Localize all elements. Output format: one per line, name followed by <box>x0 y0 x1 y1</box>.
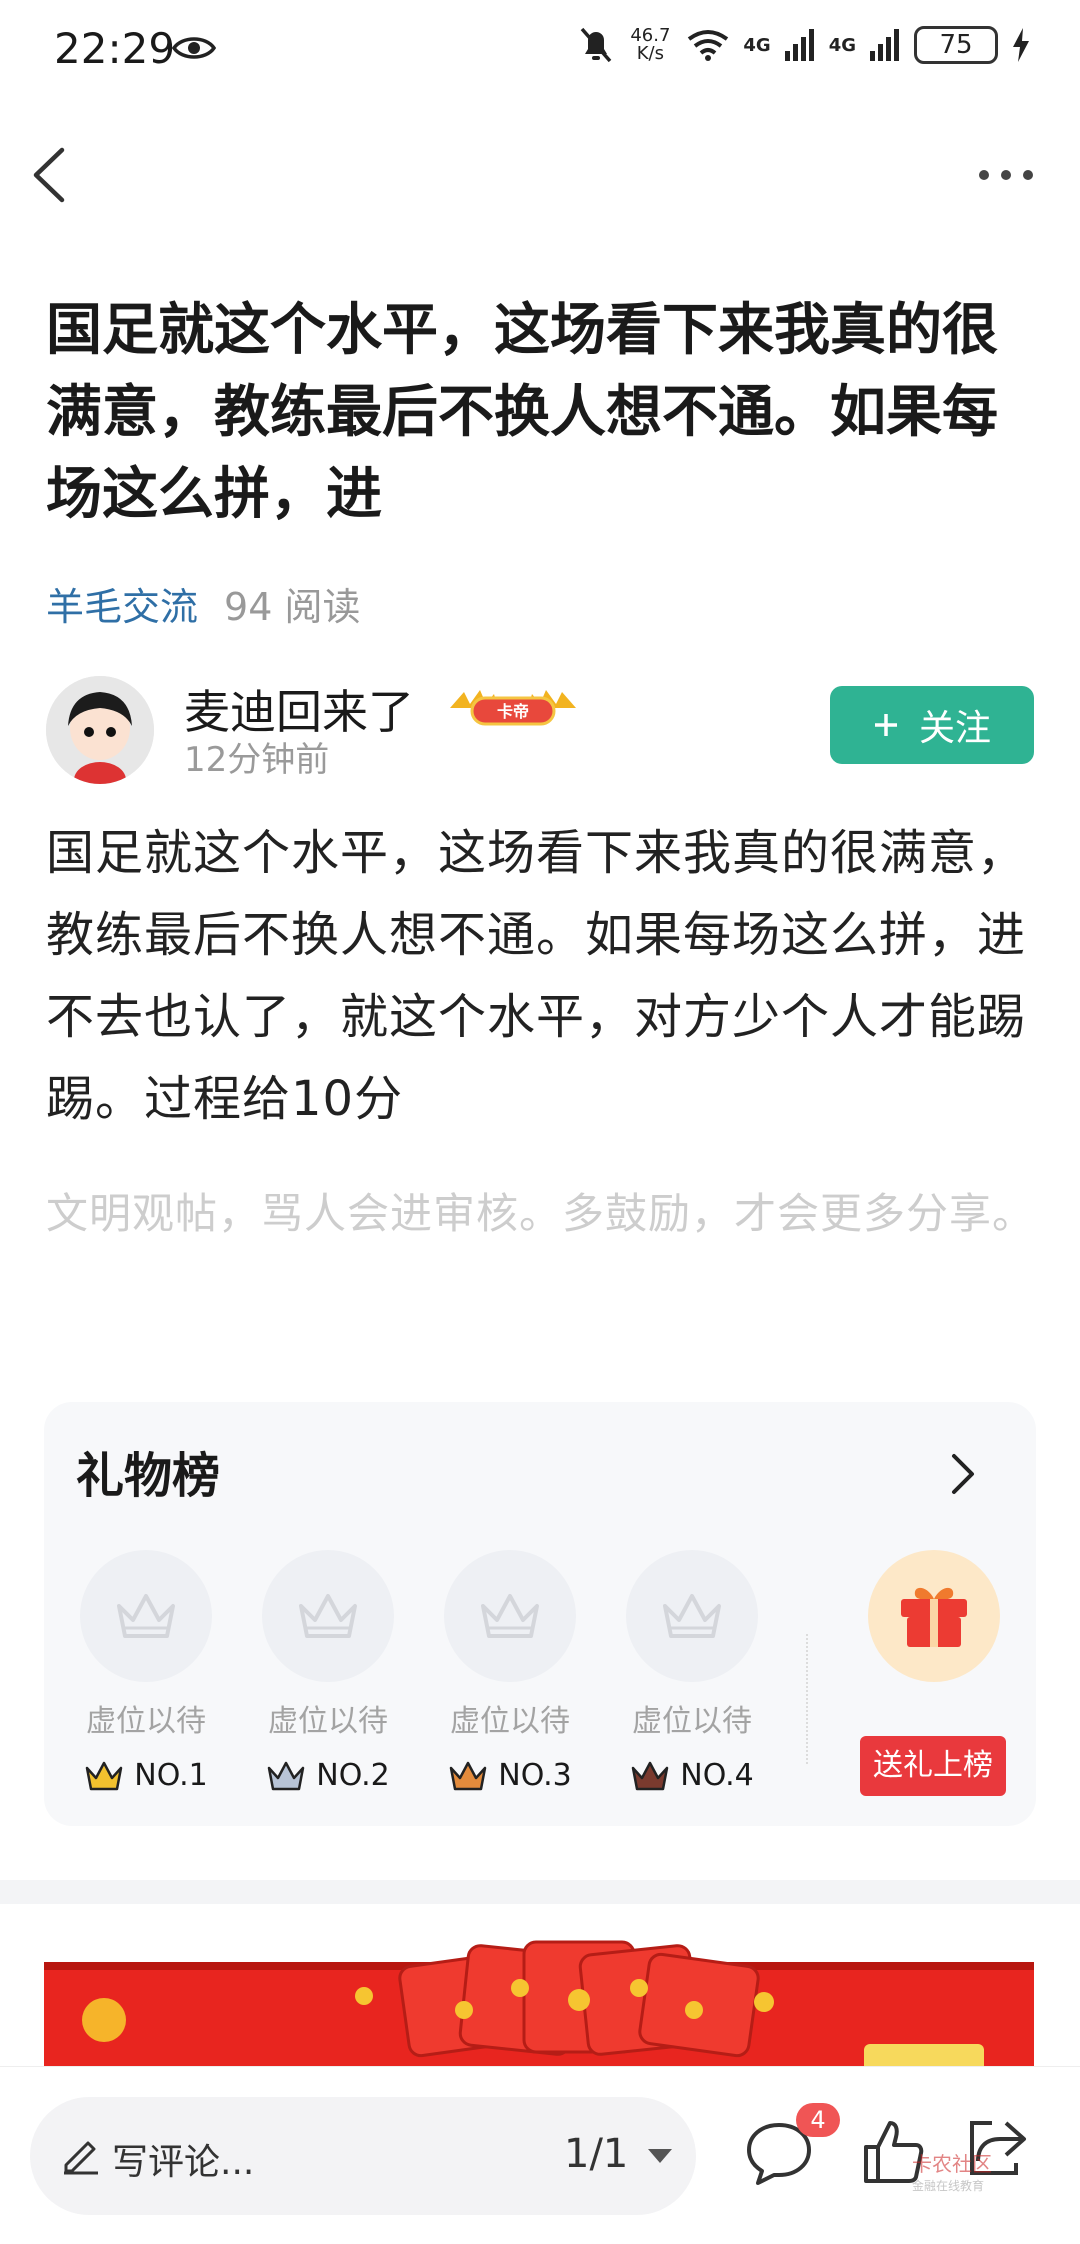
more-dots-icon[interactable] <box>976 160 1036 190</box>
battery-indicator: 75 <box>914 26 998 64</box>
gift-slot[interactable]: 虚位以待 NO.4 <box>622 1550 762 1793</box>
gift-slot-rank-label: NO.3 <box>498 1758 572 1793</box>
gift-slot-label: 虚位以待 <box>450 1704 570 1739</box>
read-count: 94 阅读 <box>224 585 361 629</box>
post-title: 国足就这个水平，这场看下来我真的很满意，教练最后不换人想不通。如果每场这么拼，进 <box>46 298 998 527</box>
top-nav-bar <box>0 120 1080 230</box>
empty-seat-circle <box>444 1550 576 1682</box>
gift-icon <box>901 1587 967 1647</box>
promo-banner-image <box>44 1940 1034 2066</box>
category-link[interactable]: 羊毛交流 <box>46 576 198 631</box>
empty-seat-circle <box>626 1550 758 1682</box>
post-meta: 羊毛交流 94 阅读 <box>46 576 360 631</box>
promo-banner[interactable] <box>44 1940 1034 2066</box>
crown-outline-icon <box>299 1594 357 1638</box>
follow-button[interactable]: 关注 <box>830 686 1034 764</box>
author-row: 麦迪回来了 卡帝 12分钟前 关注 <box>46 676 1034 786</box>
gift-board: 礼物榜 虚位以待 NO.1 虚位以待 NO.2 虚位以待 NO.3 虚位以待 N… <box>44 1402 1036 1826</box>
gift-box-button[interactable] <box>868 1550 1000 1682</box>
network-speed: 46.7 K/s <box>627 27 673 63</box>
gift-slot[interactable]: 虚位以待 NO.3 <box>440 1550 580 1793</box>
status-time: 22:29 <box>54 24 176 73</box>
send-gift-button[interactable]: 送礼上榜 <box>860 1736 1006 1796</box>
crown-icon <box>632 1761 669 1790</box>
community-note: 文明观帖，骂人会进审核。多鼓励，才会更多分享。 <box>46 1189 1036 1238</box>
charging-icon <box>1013 28 1029 62</box>
back-arrow-icon[interactable] <box>26 140 86 210</box>
empty-seat-circle <box>80 1550 212 1682</box>
bottom-action-bar: 写评论... 1/1 4 卡农社区 金融在线教育 <box>0 2066 1080 2244</box>
eye-icon <box>172 37 216 59</box>
avatar-image <box>46 676 154 784</box>
gift-slot-rank: NO.3 <box>440 1758 580 1793</box>
network-type-1: 4G <box>743 34 771 56</box>
gift-slot-label: 虚位以待 <box>86 1704 206 1739</box>
follow-label: 关注 <box>918 708 991 749</box>
gift-slot-rank-label: NO.4 <box>680 1758 754 1793</box>
author-badge: 卡帝 <box>450 690 576 726</box>
author-badge-label: 卡帝 <box>497 702 529 721</box>
crown-outline-icon <box>117 1594 175 1638</box>
gift-slot-label: 虚位以待 <box>632 1704 752 1739</box>
watermark: 卡农社区 金融在线教育 <box>912 2153 992 2197</box>
crown-icon <box>86 1761 123 1790</box>
chevron-right-icon[interactable] <box>948 1452 978 1496</box>
pencil-icon <box>64 2141 98 2175</box>
mute-bell-icon <box>581 27 612 63</box>
gift-slot-rank-label: NO.1 <box>134 1758 208 1793</box>
gift-slot-rank: NO.2 <box>258 1758 398 1793</box>
network-type-2: 4G <box>828 34 856 56</box>
plus-icon <box>874 714 897 736</box>
crown-outline-icon <box>663 1594 721 1638</box>
crown-icon <box>268 1761 305 1790</box>
gift-slot[interactable]: 虚位以待 NO.1 <box>76 1550 216 1793</box>
wifi-icon <box>688 30 729 61</box>
comment-input[interactable]: 写评论... 1/1 <box>30 2097 696 2215</box>
crown-icon <box>450 1761 487 1790</box>
gift-slot-label: 虚位以待 <box>268 1704 388 1739</box>
gift-slot-rank: NO.4 <box>622 1758 762 1793</box>
section-separator <box>0 1880 1080 1904</box>
watermark-subtext: 金融在线教育 <box>912 2179 985 2193</box>
signal-icon <box>784 29 814 61</box>
gift-divider <box>806 1634 808 1764</box>
gift-slot-rank-label: NO.2 <box>316 1758 390 1793</box>
gift-slot-rank: NO.1 <box>76 1758 216 1793</box>
status-bar: 22:29 46.7 K/s 4G 4G 75 <box>0 0 1080 100</box>
caret-down-icon[interactable] <box>648 2149 672 2163</box>
gift-board-title: 礼物榜 <box>76 1448 221 1504</box>
page-indicator[interactable]: 1/1 <box>564 2131 628 2177</box>
crown-outline-icon <box>481 1594 539 1638</box>
empty-seat-circle <box>262 1550 394 1682</box>
avatar[interactable] <box>46 676 154 784</box>
gift-slot[interactable]: 虚位以待 NO.2 <box>258 1550 398 1793</box>
network-speed-unit: K/s <box>636 43 664 64</box>
comment-count-badge: 4 <box>796 2103 840 2137</box>
post-time: 12分钟前 <box>184 740 330 780</box>
watermark-text: 卡农社区 <box>912 2152 992 2176</box>
signal-icon <box>870 29 899 61</box>
post-body: 国足就这个水平，这场看下来我真的很满意，教练最后不换人想不通。如果每场这么拼，进… <box>46 825 1027 1127</box>
status-icons: 46.7 K/s 4G 4G 75 <box>579 26 1030 64</box>
comment-placeholder: 写评论... <box>112 2142 255 2183</box>
